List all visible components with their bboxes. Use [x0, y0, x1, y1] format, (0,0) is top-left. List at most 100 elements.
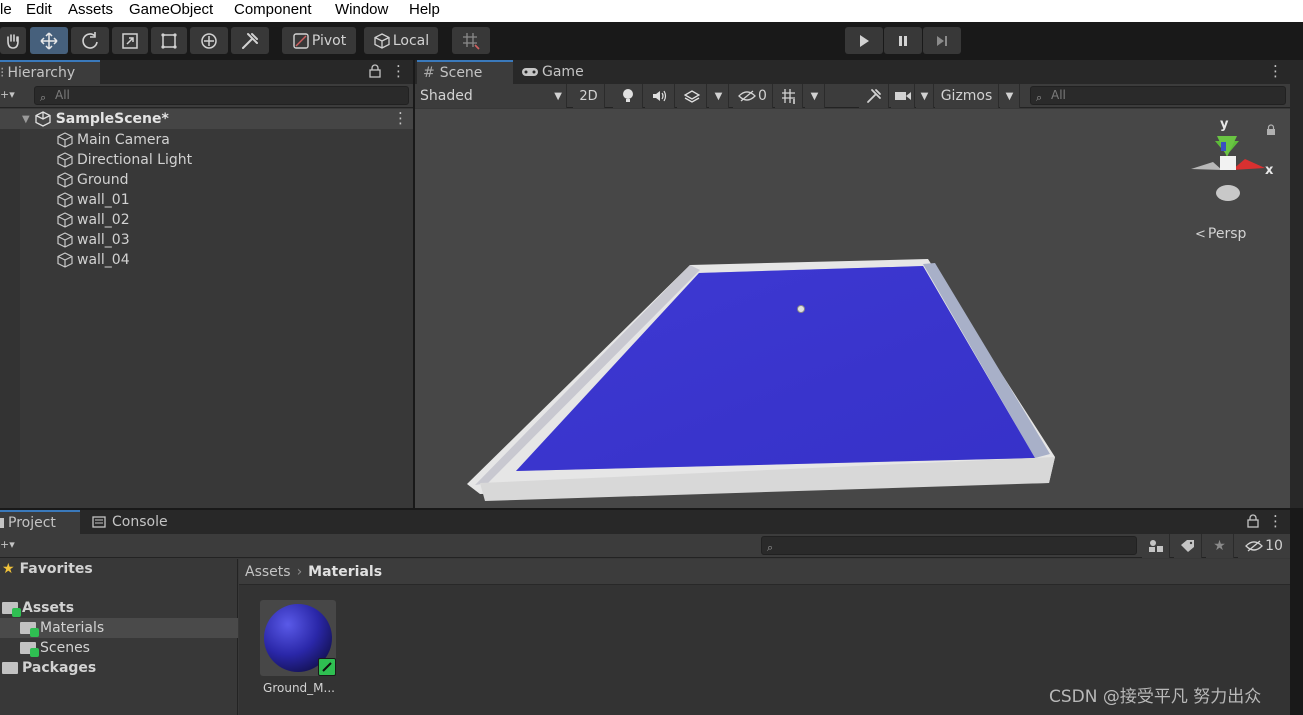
expand-arrow-icon[interactable]: ▼: [22, 114, 30, 125]
scene-search-input[interactable]: ⌕ All: [1030, 86, 1286, 105]
menu-gameobject[interactable]: GameObject: [129, 1, 213, 18]
rotate-tool-button[interactable]: [71, 27, 109, 54]
search-icon: ⌕: [1036, 91, 1043, 104]
create-dropdown-icon[interactable]: +▾: [0, 538, 15, 551]
shading-mode-label: Shaded: [420, 88, 473, 104]
effects-dropdown[interactable]: ▼: [709, 84, 729, 108]
custom-tool-button[interactable]: [231, 27, 269, 54]
pivot-icon: [293, 32, 309, 49]
axis-y-label: y: [1220, 117, 1229, 132]
local-toggle[interactable]: Local: [364, 27, 438, 54]
filter-by-type-button[interactable]: [1142, 534, 1170, 558]
layers-icon: [683, 90, 700, 103]
hierarchy-item[interactable]: wall_01: [56, 190, 130, 210]
hierarchy-item-label: Ground: [77, 172, 129, 188]
grid-snap-button[interactable]: [452, 27, 490, 54]
rect-tool-button[interactable]: [151, 27, 187, 54]
tree-item-materials[interactable]: Materials: [20, 618, 104, 638]
scale-tool-button[interactable]: [112, 27, 148, 54]
search-icon: ⌕: [767, 541, 774, 554]
scene-visibility-toggle[interactable]: 0: [733, 84, 773, 108]
hierarchy-item[interactable]: Directional Light: [56, 150, 192, 170]
tab-console[interactable]: Console: [86, 510, 186, 534]
gizmos-label: Gizmos: [940, 88, 993, 104]
2d-label: 2D: [579, 88, 598, 104]
move-tool-button[interactable]: [30, 27, 68, 54]
effects-toggle[interactable]: [677, 84, 707, 108]
step-button[interactable]: [923, 27, 961, 54]
kebab-menu-icon[interactable]: ⋮: [1268, 512, 1283, 530]
tab-game-label: Game: [542, 64, 584, 80]
gizmos-dropdown[interactable]: ▼: [1000, 84, 1020, 108]
tab-hierarchy[interactable]: ⁝ Hierarchy: [0, 60, 100, 84]
create-dropdown-icon[interactable]: +▾: [0, 88, 15, 101]
grid-dropdown[interactable]: ▼: [805, 84, 825, 108]
gameobject-cube-icon: [57, 212, 73, 228]
scene-tools-toggle[interactable]: [859, 84, 889, 108]
scene-root-row[interactable]: ▼ SampleScene* ⋮: [0, 109, 413, 129]
chevron-down-icon: ▼: [554, 90, 562, 102]
hierarchy-item[interactable]: Main Camera: [56, 130, 170, 150]
scene-viewport[interactable]: y x < Persp: [415, 109, 1290, 508]
hand-tool-button[interactable]: [0, 27, 26, 54]
tree-item-assets[interactable]: Assets: [2, 598, 74, 618]
audio-toggle[interactable]: [645, 84, 675, 108]
pivot-toggle[interactable]: Pivot: [282, 27, 356, 54]
play-button[interactable]: [845, 27, 883, 54]
hidden-packages-toggle[interactable]: 10: [1238, 534, 1290, 558]
tab-project[interactable]: Project: [0, 510, 80, 534]
grid-toggle[interactable]: [775, 84, 803, 108]
menu-help[interactable]: Help: [409, 1, 440, 18]
hierarchy-item[interactable]: wall_03: [56, 230, 130, 250]
step-icon: [937, 35, 947, 46]
tree-label-packages: Packages: [22, 660, 97, 676]
lock-icon[interactable]: [369, 64, 381, 78]
menu-window[interactable]: Window: [335, 1, 388, 18]
breadcrumb-materials[interactable]: Materials: [308, 564, 382, 580]
project-tabbar: Project Console ⋮: [0, 510, 1290, 534]
favorites-node[interactable]: ★ Favorites: [2, 559, 93, 579]
transform-tool-button[interactable]: [190, 27, 228, 54]
axis-x-label: x: [1265, 163, 1274, 178]
tree-item-scenes[interactable]: Scenes: [20, 638, 90, 658]
breadcrumb: Assets › Materials: [239, 559, 1290, 585]
scene-kebab-icon[interactable]: ⋮: [393, 109, 408, 127]
hierarchy-item[interactable]: wall_04: [56, 250, 130, 270]
rect-transform-icon: [161, 32, 177, 49]
tab-game[interactable]: Game: [515, 60, 605, 84]
shading-mode-dropdown[interactable]: Shaded ▼: [415, 84, 567, 108]
menu-edit[interactable]: Edit: [26, 1, 52, 18]
hidden-packages-count: 10: [1265, 538, 1283, 554]
filter-by-label-button[interactable]: [1174, 534, 1202, 558]
menu-assets[interactable]: Assets: [68, 1, 113, 18]
hierarchy-panel: ⁝ Hierarchy ⋮ +▾ ⌕ All ▼ SampleScene* ⋮ …: [0, 60, 413, 508]
hierarchy-item[interactable]: Ground: [56, 170, 129, 190]
project-search-input[interactable]: ⌕: [761, 536, 1137, 555]
asset-tile[interactable]: Ground_M...: [259, 600, 337, 700]
camera-icon: [894, 92, 911, 100]
lock-icon[interactable]: [1247, 514, 1259, 532]
breadcrumb-assets[interactable]: Assets: [245, 564, 291, 580]
pause-button[interactable]: [884, 27, 922, 54]
chevron-down-icon: ▼: [920, 90, 929, 102]
gizmo-lock-icon[interactable]: [1266, 124, 1276, 140]
camera-settings-button[interactable]: [891, 84, 915, 108]
projection-toggle[interactable]: < Persp: [1195, 226, 1246, 242]
kebab-menu-icon[interactable]: ⋮: [1268, 62, 1283, 80]
kebab-menu-icon[interactable]: ⋮: [391, 62, 406, 80]
lighting-toggle[interactable]: [613, 84, 643, 108]
tree-item-packages[interactable]: Packages: [2, 658, 96, 678]
menu-file[interactable]: le: [0, 1, 12, 18]
hierarchy-item-label: Main Camera: [77, 132, 170, 148]
hierarchy-item[interactable]: wall_02: [56, 210, 130, 230]
watermark-text: CSDN @接受平凡 努力出众: [1049, 687, 1262, 707]
gizmos-toggle[interactable]: Gizmos: [935, 84, 999, 108]
favorites-filter-button[interactable]: ★: [1206, 534, 1234, 558]
2d-toggle[interactable]: 2D: [573, 84, 605, 108]
camera-dropdown[interactable]: ▼: [916, 84, 934, 108]
eye-slash-icon: [1245, 540, 1263, 552]
hierarchy-search-input[interactable]: ⌕ All: [34, 86, 409, 105]
projection-label: Persp: [1207, 226, 1247, 242]
tab-scene[interactable]: # Scene: [417, 60, 513, 84]
menu-component[interactable]: Component: [234, 1, 312, 18]
